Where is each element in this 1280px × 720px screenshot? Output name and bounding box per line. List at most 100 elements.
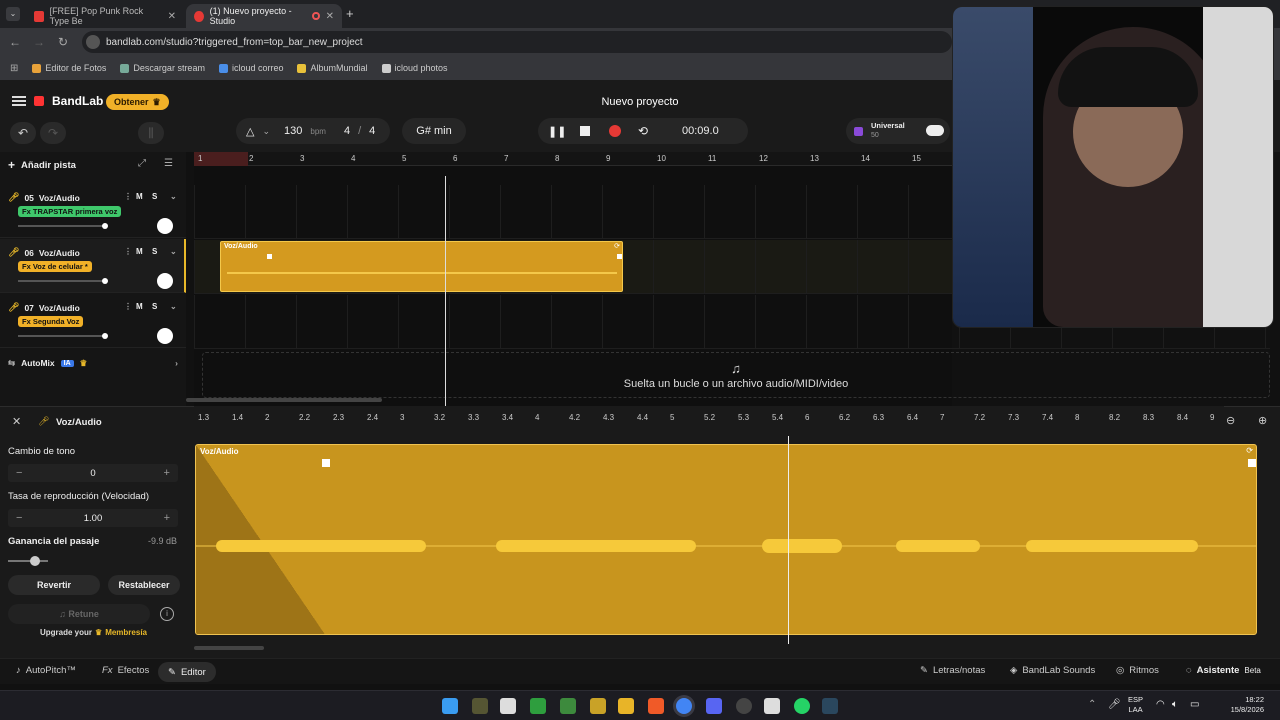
- timeline-scrollbar[interactable]: [186, 398, 382, 402]
- bandlab-logo[interactable]: BandLab: [12, 94, 103, 108]
- loop-clip-icon[interactable]: ⟳: [1246, 446, 1253, 455]
- close-tab-icon[interactable]: ✕: [326, 11, 334, 22]
- reset-button[interactable]: Restablecer: [108, 575, 180, 595]
- bpm-value[interactable]: 130: [284, 125, 302, 137]
- chrome-icon[interactable]: [676, 698, 692, 714]
- chevron-down-icon[interactable]: ⌄: [170, 302, 177, 311]
- back-icon[interactable]: ←: [4, 35, 26, 49]
- rate-stepper[interactable]: − 1.00 +: [8, 509, 178, 527]
- editor-playhead[interactable]: [788, 436, 789, 644]
- wifi-icon[interactable]: ◠: [1156, 699, 1165, 710]
- add-track-button[interactable]: + Añadir pista: [8, 158, 76, 172]
- obtener-button[interactable]: Obtener ♛: [106, 94, 169, 110]
- close-tab-icon[interactable]: ✕: [168, 11, 176, 22]
- time-signature-denominator[interactable]: 4: [369, 125, 375, 137]
- record-icon[interactable]: [609, 125, 621, 137]
- audio-clip[interactable]: Voz/Audio ⟳: [220, 241, 623, 292]
- bookmark-descargar[interactable]: Descargar stream: [120, 63, 205, 73]
- pitch-stepper[interactable]: − 0 +: [8, 464, 178, 482]
- clock[interactable]: 18:22 15/8/2026: [1214, 695, 1264, 715]
- whatsapp-icon[interactable]: [794, 698, 810, 714]
- solo-button[interactable]: S: [152, 247, 157, 256]
- bookmark-icloud-photos[interactable]: icloud photos: [381, 63, 448, 73]
- volume-slider[interactable]: [18, 223, 108, 229]
- wand-icon[interactable]: ⤢: [138, 158, 146, 169]
- undo-icon[interactable]: ↶: [10, 122, 36, 144]
- xbox-icon[interactable]: [530, 698, 546, 714]
- windows-start-icon[interactable]: [442, 698, 458, 714]
- stop-icon[interactable]: [580, 126, 590, 136]
- bookmark-icloud-correo[interactable]: icloud correo: [218, 63, 283, 73]
- autopitch-button[interactable]: ♪ AutoPitch™: [16, 665, 76, 676]
- fx-badge[interactable]: Fx Voz de celular *: [18, 261, 92, 272]
- pause-icon[interactable]: ❚❚: [548, 125, 566, 138]
- steam-icon[interactable]: [822, 698, 838, 714]
- bandlab-sounds-button[interactable]: ◈ BandLab Sounds: [1010, 665, 1095, 676]
- track-name[interactable]: Voz/Audio: [39, 193, 80, 203]
- drop-zone[interactable]: ♫ Suelta un bucle o un archivo audio/MID…: [202, 352, 1270, 398]
- automix-row[interactable]: ⇆ AutoMix IA ♛ ›: [0, 352, 186, 374]
- fx-badge[interactable]: Fx TRAPSTAR primera voz: [18, 206, 122, 217]
- minus-icon[interactable]: −: [16, 512, 22, 524]
- project-title[interactable]: Nuevo proyecto: [560, 96, 720, 108]
- gain-slider[interactable]: [8, 556, 48, 566]
- loop-icon[interactable]: ⟲: [638, 124, 648, 138]
- minecraft-icon[interactable]: [560, 698, 576, 714]
- new-tab-button[interactable]: +: [346, 6, 354, 21]
- fx-badge[interactable]: Fx Segunda Voz: [18, 316, 84, 327]
- pan-knob[interactable]: [157, 273, 173, 289]
- forward-icon[interactable]: →: [28, 35, 50, 49]
- language-indicator[interactable]: ESP LAA: [1128, 695, 1143, 715]
- track-name[interactable]: Voz/Audio: [39, 303, 80, 313]
- chevron-right-icon[interactable]: ›: [175, 358, 178, 368]
- capcut-icon[interactable]: [764, 698, 780, 714]
- pitch-value[interactable]: 0: [90, 468, 95, 479]
- plus-icon[interactable]: +: [164, 512, 170, 524]
- assistant-button[interactable]: ◌ Asistente Beta: [1186, 665, 1261, 676]
- metronome-icon[interactable]: △: [246, 125, 254, 138]
- discord-icon[interactable]: [706, 698, 722, 714]
- settings-sliders-icon[interactable]: ☰: [164, 158, 173, 169]
- timeline-ruler[interactable]: 1 2 3 4 5 6 7 8 9 10 11 12 13 14 15: [194, 152, 952, 166]
- minus-icon[interactable]: −: [16, 467, 22, 479]
- editor-scrollbar[interactable]: [194, 646, 264, 650]
- editor-audio-clip[interactable]: Voz/Audio ⟳: [195, 444, 1257, 635]
- bookmark-editor-fotos[interactable]: Editor de Fotos: [32, 63, 106, 73]
- plus-icon[interactable]: +: [164, 467, 170, 479]
- file-explorer-icon[interactable]: [618, 698, 634, 714]
- lyrics-button[interactable]: ✎ Letras/notas: [920, 665, 985, 676]
- fade-handle[interactable]: [322, 459, 330, 467]
- key-selector[interactable]: G# min: [402, 118, 466, 144]
- mute-button[interactable]: M: [136, 302, 143, 311]
- universal-toggle[interactable]: [926, 125, 944, 136]
- track-name[interactable]: Voz/Audio: [39, 248, 80, 258]
- store-icon[interactable]: [500, 698, 516, 714]
- reload-icon[interactable]: ↻: [52, 35, 74, 49]
- retune-button[interactable]: ♫ Retune: [8, 604, 150, 624]
- game-icon[interactable]: [590, 698, 606, 714]
- close-editor-icon[interactable]: ✕: [12, 415, 21, 428]
- zoom-out-icon[interactable]: ⊖: [1226, 414, 1235, 427]
- widgets-icon[interactable]: [472, 698, 488, 714]
- chevron-down-icon[interactable]: ⌄: [170, 192, 177, 201]
- bookmark-albummundial[interactable]: AlbumMundial: [297, 63, 368, 73]
- playhead[interactable]: [445, 176, 446, 406]
- zoom-in-icon[interactable]: ⊕: [1258, 414, 1267, 427]
- fade-handle[interactable]: [267, 254, 272, 259]
- fade-handle[interactable]: [1248, 459, 1256, 467]
- chevron-down-icon[interactable]: ⌄: [170, 247, 177, 256]
- mute-button[interactable]: M: [136, 247, 143, 256]
- editor-button[interactable]: ✎ Editor: [158, 662, 216, 682]
- track-header-selected[interactable]: 🎤︎ 06 Voz/Audio ⋮ M S ⌄ Fx Voz de celular …: [0, 239, 186, 293]
- microphone-tray-icon[interactable]: 🎤︎: [1108, 699, 1121, 710]
- pan-knob[interactable]: [157, 218, 173, 234]
- track-more-icon[interactable]: ⋮: [124, 302, 132, 311]
- volume-icon[interactable]: 🔈︎: [1172, 699, 1178, 710]
- volume-slider[interactable]: [18, 278, 108, 284]
- track-more-icon[interactable]: ⋮: [124, 247, 132, 256]
- solo-button[interactable]: S: [152, 192, 157, 201]
- tab-youtube[interactable]: [FREE] Pop Punk Rock Type Be ✕: [26, 4, 184, 28]
- tray-chevron-icon[interactable]: ⌃: [1088, 699, 1096, 710]
- brave-browser-icon[interactable]: [648, 698, 664, 714]
- info-icon[interactable]: i: [160, 607, 174, 621]
